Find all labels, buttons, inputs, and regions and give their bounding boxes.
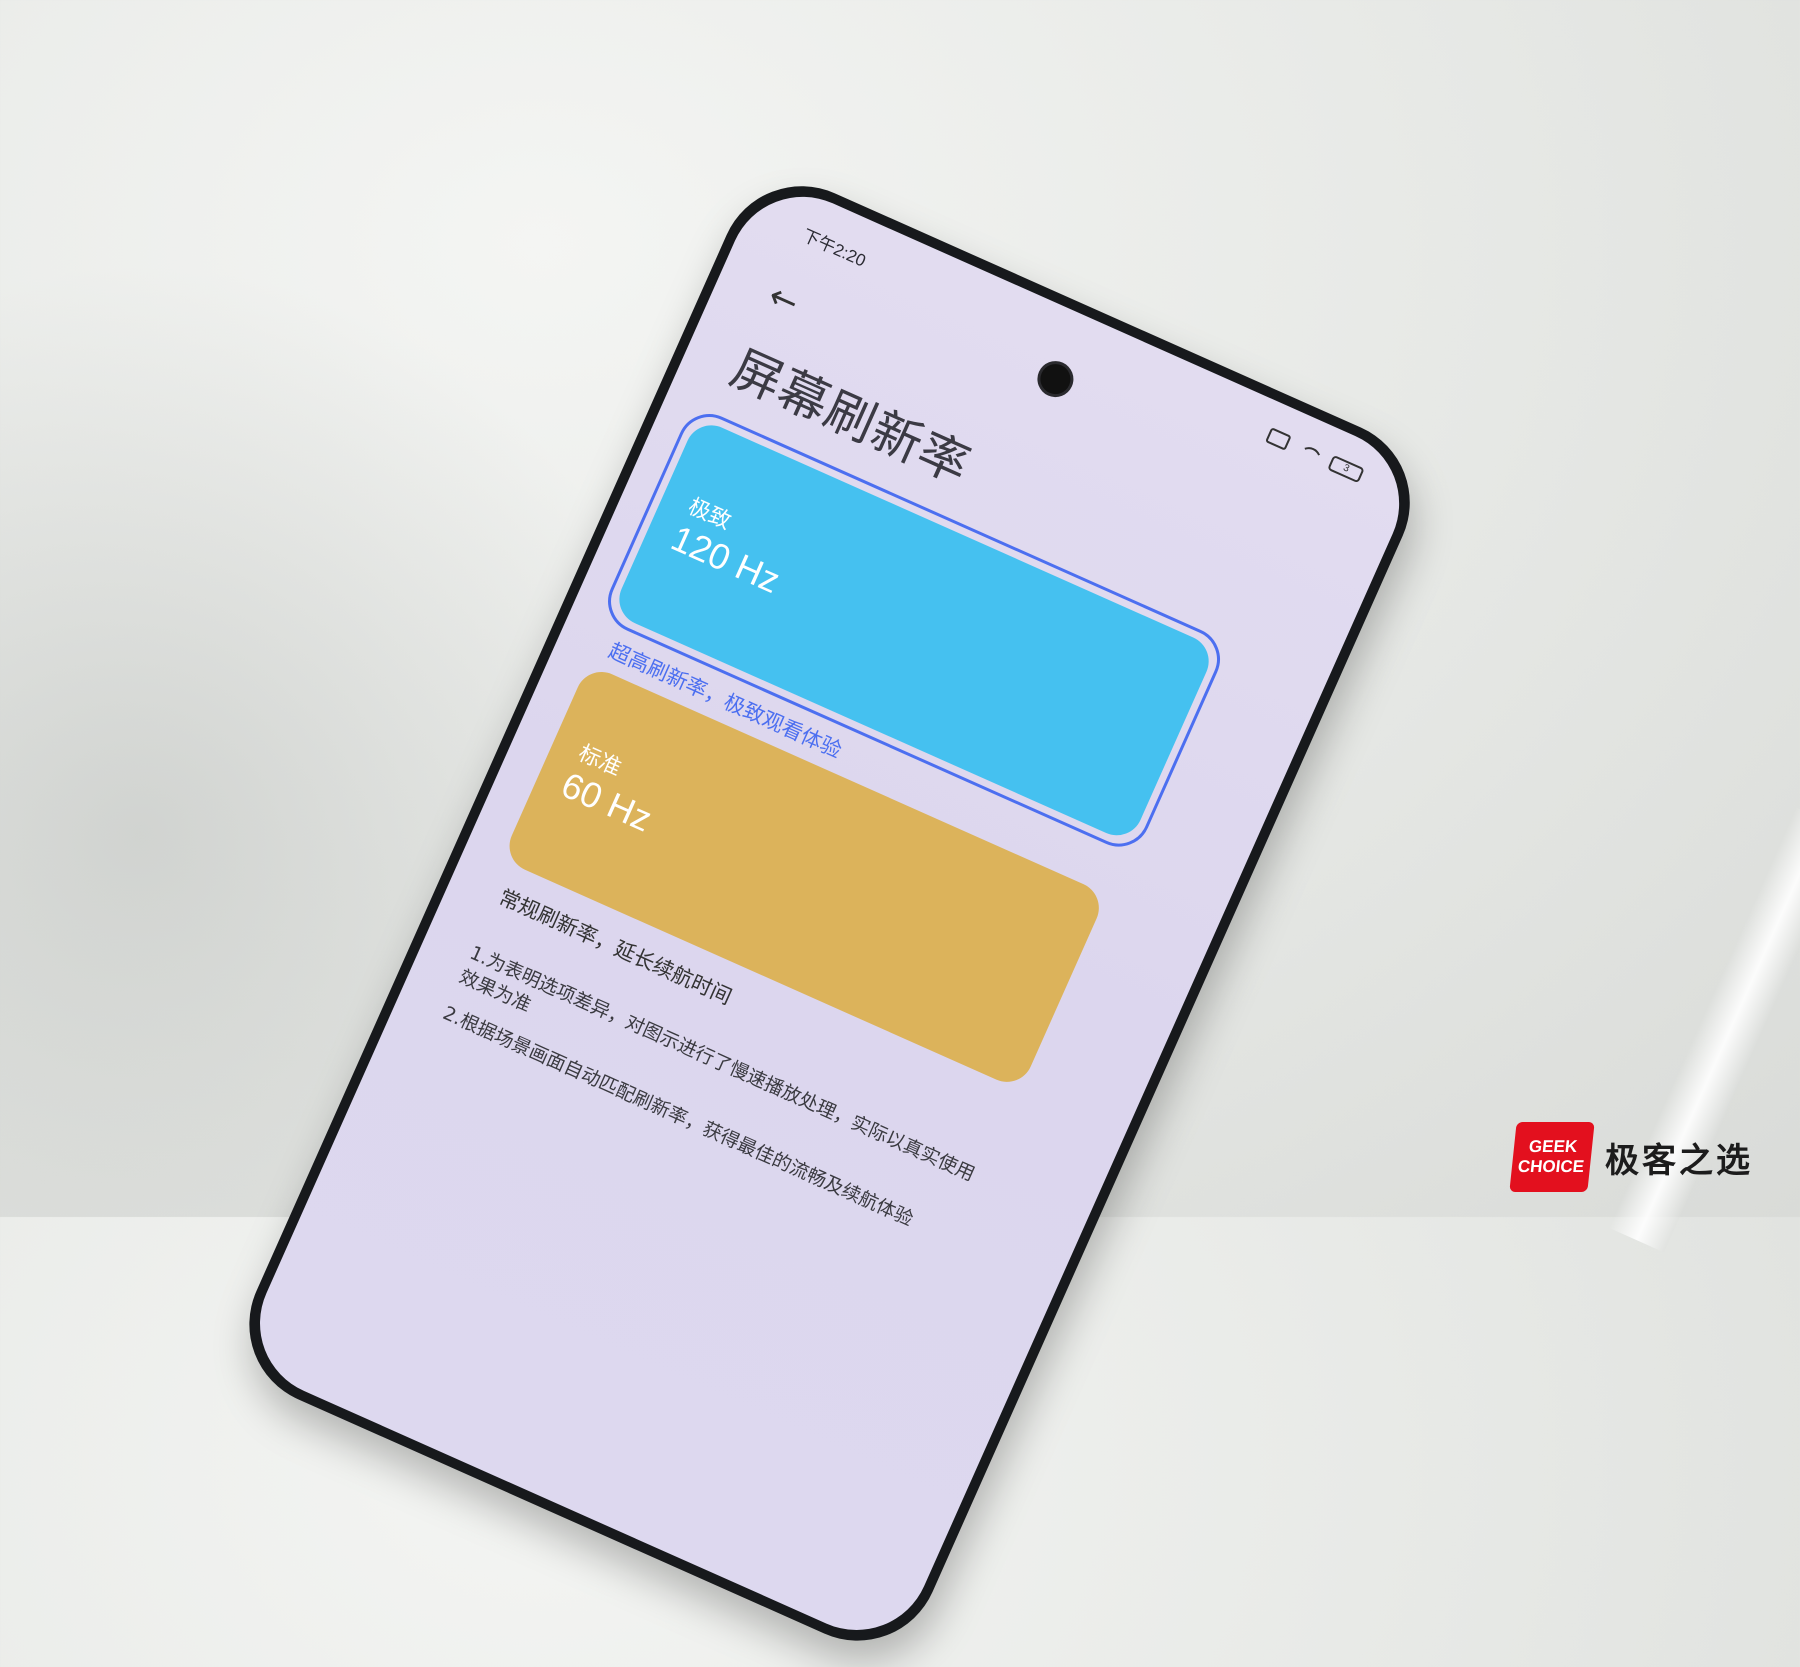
geek-choice-logo: GEEK CHOICE: [1509, 1122, 1595, 1192]
front-camera: [1035, 359, 1076, 399]
watermark: GEEK CHOICE 极客之选: [1509, 1122, 1753, 1192]
watermark-text: 极客之选: [1605, 1140, 1753, 1181]
status-icons: 3: [1265, 427, 1365, 484]
no-sim-icon: [1265, 427, 1292, 451]
status-time: 下午2:20: [799, 225, 869, 271]
wifi-icon: [1296, 441, 1323, 465]
back-arrow-icon[interactable]: ←: [762, 276, 804, 324]
logo-line: CHOICE: [1516, 1157, 1586, 1176]
logo-line: GEEK: [1528, 1137, 1579, 1156]
battery-icon: 3: [1327, 454, 1365, 484]
